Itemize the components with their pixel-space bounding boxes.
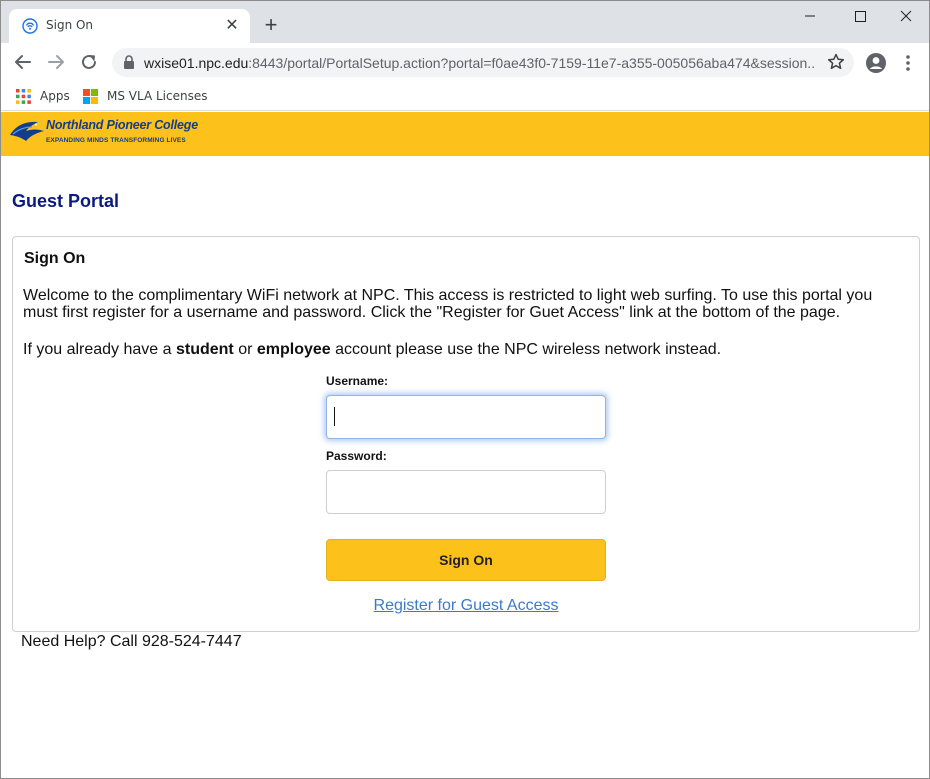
browser-toolbar: wxise01.npc.edu:8443/portal/PortalSetup.… — [1, 43, 929, 81]
welcome-text: Welcome to the complimentary WiFi networ… — [23, 287, 873, 321]
username-label: Username: — [326, 374, 389, 388]
menu-dots-icon[interactable] — [899, 52, 917, 74]
password-label: Password: — [326, 449, 387, 463]
page-content: Northland Pioneer College EXPANDING MIND… — [1, 112, 929, 778]
college-logo: Northland Pioneer College EXPANDING MIND… — [8, 117, 198, 149]
bookmark-apps[interactable]: Apps — [16, 85, 70, 107]
text-caret — [334, 407, 335, 426]
help-text: Need Help? Call 928-524-7447 — [21, 633, 242, 650]
browser-window: Sign On ✕ + wxise01.npc.edu:8443/portal/… — [0, 0, 930, 779]
forward-arrow-icon[interactable] — [43, 49, 69, 75]
bookmarks-bar: Apps MS VLA Licenses — [1, 81, 929, 111]
close-tab-icon[interactable]: ✕ — [223, 17, 241, 35]
sign-on-button[interactable]: Sign On — [326, 539, 606, 581]
close-window-button[interactable] — [883, 5, 929, 27]
bookmark-label: MS VLA Licenses — [107, 89, 208, 103]
maximize-icon — [855, 11, 866, 22]
minimize-button[interactable] — [787, 5, 833, 27]
register-guest-access-link[interactable]: Register for Guest Access — [326, 597, 606, 615]
profile-avatar-icon[interactable] — [865, 52, 887, 74]
apps-grid-icon — [16, 89, 31, 104]
maximize-button[interactable] — [837, 5, 883, 27]
bookmark-star-icon[interactable] — [826, 52, 846, 72]
notice-text: or — [233, 341, 257, 358]
notice-employee: employee — [256, 341, 331, 358]
address-bar[interactable]: wxise01.npc.edu:8443/portal/PortalSetup.… — [112, 48, 854, 77]
notice-text: account please use the NPC wireless netw… — [330, 341, 722, 358]
tab-strip: Sign On ✕ + — [1, 1, 929, 43]
page-title: Guest Portal — [12, 191, 120, 211]
back-arrow-icon[interactable] — [10, 49, 36, 75]
url-path: :8443/portal/PortalSetup.action?portal=f… — [248, 55, 816, 71]
eagle-logo-icon — [10, 121, 44, 141]
globe-wifi-icon — [22, 18, 38, 34]
notice-student: student — [175, 341, 234, 358]
password-field[interactable] — [326, 470, 606, 514]
college-name: Northland Pioneer College — [46, 118, 198, 132]
college-banner: Northland Pioneer College EXPANDING MIND… — [1, 112, 929, 156]
microsoft-logo-icon — [83, 89, 98, 104]
notice-text: If you already have a — [23, 341, 176, 358]
reload-icon[interactable] — [76, 49, 102, 75]
lock-icon — [124, 55, 134, 69]
username-field[interactable] — [326, 395, 606, 439]
panel-title: Sign On — [24, 250, 86, 267]
bookmark-label: Apps — [40, 89, 70, 103]
tab-sign-on[interactable]: Sign On ✕ — [9, 9, 250, 43]
close-icon — [900, 10, 912, 22]
minimize-icon — [805, 15, 815, 17]
sign-on-panel: Sign On Welcome to the complimentary WiF… — [12, 236, 920, 632]
college-tagline: EXPANDING MINDS TRANSFORMING LIVES — [46, 137, 186, 144]
tab-title: Sign On — [46, 18, 94, 32]
url-host: wxise01.npc.edu — [144, 55, 249, 71]
url-text[interactable]: wxise01.npc.edu:8443/portal/PortalSetup.… — [144, 55, 816, 71]
new-tab-button[interactable]: + — [260, 14, 282, 37]
account-notice: If you already have a student or employe… — [23, 341, 903, 359]
bookmark-ms-vla-licenses[interactable]: MS VLA Licenses — [83, 85, 207, 107]
